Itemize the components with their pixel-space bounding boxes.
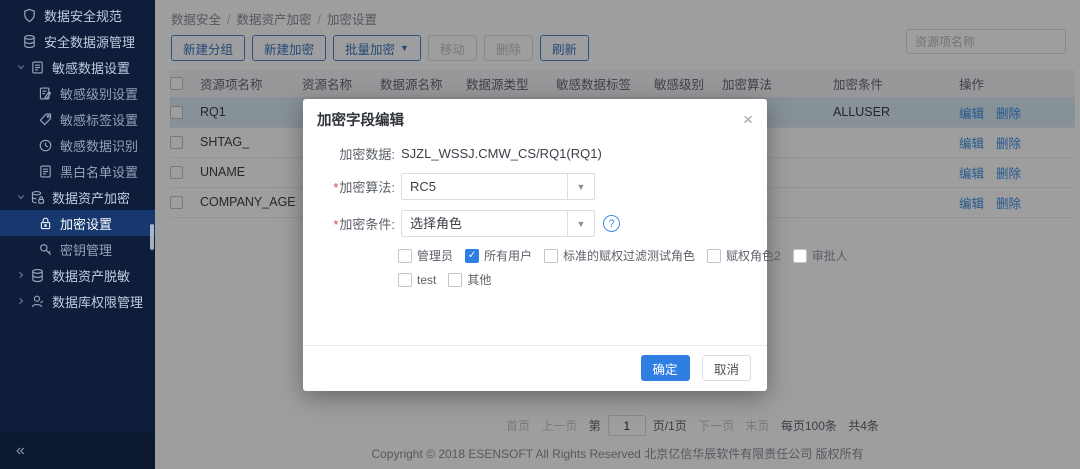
- condition-label-text: 加密条件:: [339, 217, 395, 232]
- algorithm-label: *加密算法:: [319, 177, 395, 196]
- dialog-header: 加密字段编辑 ×: [303, 99, 767, 138]
- sidebar-item-label: 敏感标签设置: [60, 110, 138, 129]
- role-label: test: [417, 273, 436, 287]
- shield-icon: [22, 8, 37, 23]
- sidebar-scrollbar-thumb[interactable]: [150, 224, 154, 250]
- sidebar-bottom-bar: «: [0, 433, 155, 469]
- encrypted-data-row: 加密数据: SJZL_WSSJ.CMW_CS/RQ1(RQ1): [319, 144, 751, 163]
- sidebar-item-sensitive-data-identify[interactable]: 敏感数据识别: [0, 132, 155, 158]
- sidebar-item-label: 敏感数据设置: [52, 58, 130, 77]
- dialog-title: 加密字段编辑: [317, 109, 404, 130]
- role-label: 所有用户: [484, 247, 532, 264]
- sidebar-item-label: 数据资产加密: [52, 188, 130, 207]
- refresh-icon[interactable]: [125, 444, 139, 458]
- chevron-right-icon: [16, 270, 30, 280]
- algorithm-selected-value: RC5: [402, 174, 567, 199]
- chevron-down-icon: [16, 62, 30, 72]
- sidebar-item-data-security-spec[interactable]: 数据安全规范: [0, 2, 155, 28]
- role-label: 其他: [467, 271, 491, 288]
- role-checkbox-approver[interactable]: 审批人: [793, 247, 848, 264]
- sidebar-item-label: 数据资产脱敏: [52, 266, 130, 285]
- user-lock-icon: [30, 294, 45, 309]
- content-area: 数据安全/数据资产加密/加密设置 新建分组 新建加密 批量加密▼ 移动 删除 刷…: [155, 0, 1080, 469]
- role-checkbox-test[interactable]: test: [398, 273, 436, 287]
- checkbox-icon[interactable]: [448, 273, 462, 287]
- checkbox-icon[interactable]: [793, 249, 807, 263]
- sidebar-item-label: 黑白名单设置: [60, 162, 138, 181]
- key-icon: [38, 242, 53, 257]
- list-icon: [38, 164, 53, 179]
- sidebar-item-key-management[interactable]: 密钥管理: [0, 236, 155, 262]
- role-label: 赋权角色2: [726, 247, 781, 264]
- sidebar-item-encryption-settings[interactable]: 加密设置: [0, 210, 155, 236]
- condition-label: *加密条件:: [319, 214, 395, 233]
- role-checkbox-all-users[interactable]: ✓ 所有用户: [465, 247, 532, 264]
- sidebar-menu: 数据安全规范 安全数据源管理 敏感数据设置 敏感级别设置 敏感标签设置 敏感数据…: [0, 0, 155, 314]
- database-icon: [22, 34, 37, 49]
- checkbox-icon[interactable]: [544, 249, 558, 263]
- sidebar-item-label: 安全数据源管理: [44, 32, 135, 51]
- role-label: 审批人: [812, 247, 848, 264]
- condition-select[interactable]: 选择角色 ▼: [401, 210, 595, 237]
- sidebar-group-sensitive-data-settings[interactable]: 敏感数据设置: [0, 54, 155, 80]
- clock-icon: [38, 138, 53, 153]
- role-checkbox-row: 管理员 ✓所有用户 标准的赋权过滤测试角色 赋权角色2 审批人: [398, 247, 751, 264]
- sidebar-item-label: 敏感级别设置: [60, 84, 138, 103]
- condition-selected-value: 选择角色: [402, 211, 567, 236]
- role-checkbox-row: test 其他: [398, 271, 751, 288]
- checkbox-icon[interactable]: [707, 249, 721, 263]
- role-checkbox-admin[interactable]: 管理员: [398, 247, 453, 264]
- role-label: 管理员: [417, 247, 453, 264]
- sidebar-item-sensitive-tag-settings[interactable]: 敏感标签设置: [0, 106, 155, 132]
- sidebar-item-blackwhite-list-settings[interactable]: 黑白名单设置: [0, 158, 155, 184]
- db-mask-icon: [30, 268, 45, 283]
- lock-icon: [38, 216, 53, 231]
- sidebar-group-data-asset-masking[interactable]: 数据资产脱敏: [0, 262, 155, 288]
- caret-down-icon[interactable]: ▼: [567, 211, 594, 236]
- dialog-body: 加密数据: SJZL_WSSJ.CMW_CS/RQ1(RQ1) *加密算法: R…: [303, 138, 767, 345]
- required-mark: *: [333, 217, 338, 232]
- sidebar-item-label: 密钥管理: [60, 240, 112, 259]
- required-mark: *: [333, 180, 338, 195]
- role-checkbox-other[interactable]: 其他: [448, 271, 491, 288]
- role-checkbox-grant-role2[interactable]: 赋权角色2: [707, 247, 781, 264]
- checkbox-checked-icon[interactable]: ✓: [465, 249, 479, 263]
- checkbox-icon[interactable]: [398, 273, 412, 287]
- dialog-spacer: [319, 295, 751, 345]
- algorithm-row: *加密算法: RC5 ▼: [319, 173, 751, 200]
- sidebar-item-label: 加密设置: [60, 214, 112, 233]
- checkbox-icon[interactable]: [398, 249, 412, 263]
- sidebar-item-label: 数据安全规范: [44, 6, 122, 25]
- algorithm-label-text: 加密算法:: [339, 180, 395, 195]
- sidebar: 数据安全规范 安全数据源管理 敏感数据设置 敏感级别设置 敏感标签设置 敏感数据…: [0, 0, 155, 469]
- algorithm-select[interactable]: RC5 ▼: [401, 173, 595, 200]
- condition-row: *加密条件: 选择角色 ▼ ?: [319, 210, 751, 237]
- doc-gear-icon: [30, 60, 45, 75]
- doc-level-icon: [38, 86, 53, 101]
- cancel-button[interactable]: 取消: [702, 355, 751, 381]
- encryption-field-edit-dialog: 加密字段编辑 × 加密数据: SJZL_WSSJ.CMW_CS/RQ1(RQ1)…: [303, 99, 767, 391]
- role-checkbox-group: 管理员 ✓所有用户 标准的赋权过滤测试角色 赋权角色2 审批人 test 其他: [398, 247, 751, 288]
- role-label: 标准的赋权过滤测试角色: [563, 247, 695, 264]
- help-icon[interactable]: ?: [603, 215, 620, 232]
- ok-button[interactable]: 确定: [641, 355, 690, 381]
- encrypted-data-value: SJZL_WSSJ.CMW_CS/RQ1(RQ1): [401, 146, 602, 161]
- chevron-down-icon: [16, 192, 30, 202]
- collapse-sidebar-icon[interactable]: «: [16, 442, 25, 460]
- sidebar-item-label: 敏感数据识别: [60, 136, 138, 155]
- caret-down-icon[interactable]: ▼: [567, 174, 594, 199]
- sidebar-group-database-permission-mgmt[interactable]: 数据库权限管理: [0, 288, 155, 314]
- role-checkbox-standard-filter-test-role[interactable]: 标准的赋权过滤测试角色: [544, 247, 695, 264]
- sidebar-item-sensitive-level-settings[interactable]: 敏感级别设置: [0, 80, 155, 106]
- chevron-right-icon: [16, 296, 30, 306]
- sidebar-item-secure-datasource-mgmt[interactable]: 安全数据源管理: [0, 28, 155, 54]
- encrypted-data-label: 加密数据:: [319, 144, 395, 163]
- db-lock-icon: [30, 190, 45, 205]
- sidebar-group-data-asset-encryption[interactable]: 数据资产加密: [0, 184, 155, 210]
- tag-icon: [38, 112, 53, 127]
- sidebar-item-label: 数据库权限管理: [52, 292, 143, 311]
- dialog-footer: 确定 取消: [303, 345, 767, 391]
- close-icon[interactable]: ×: [743, 111, 753, 128]
